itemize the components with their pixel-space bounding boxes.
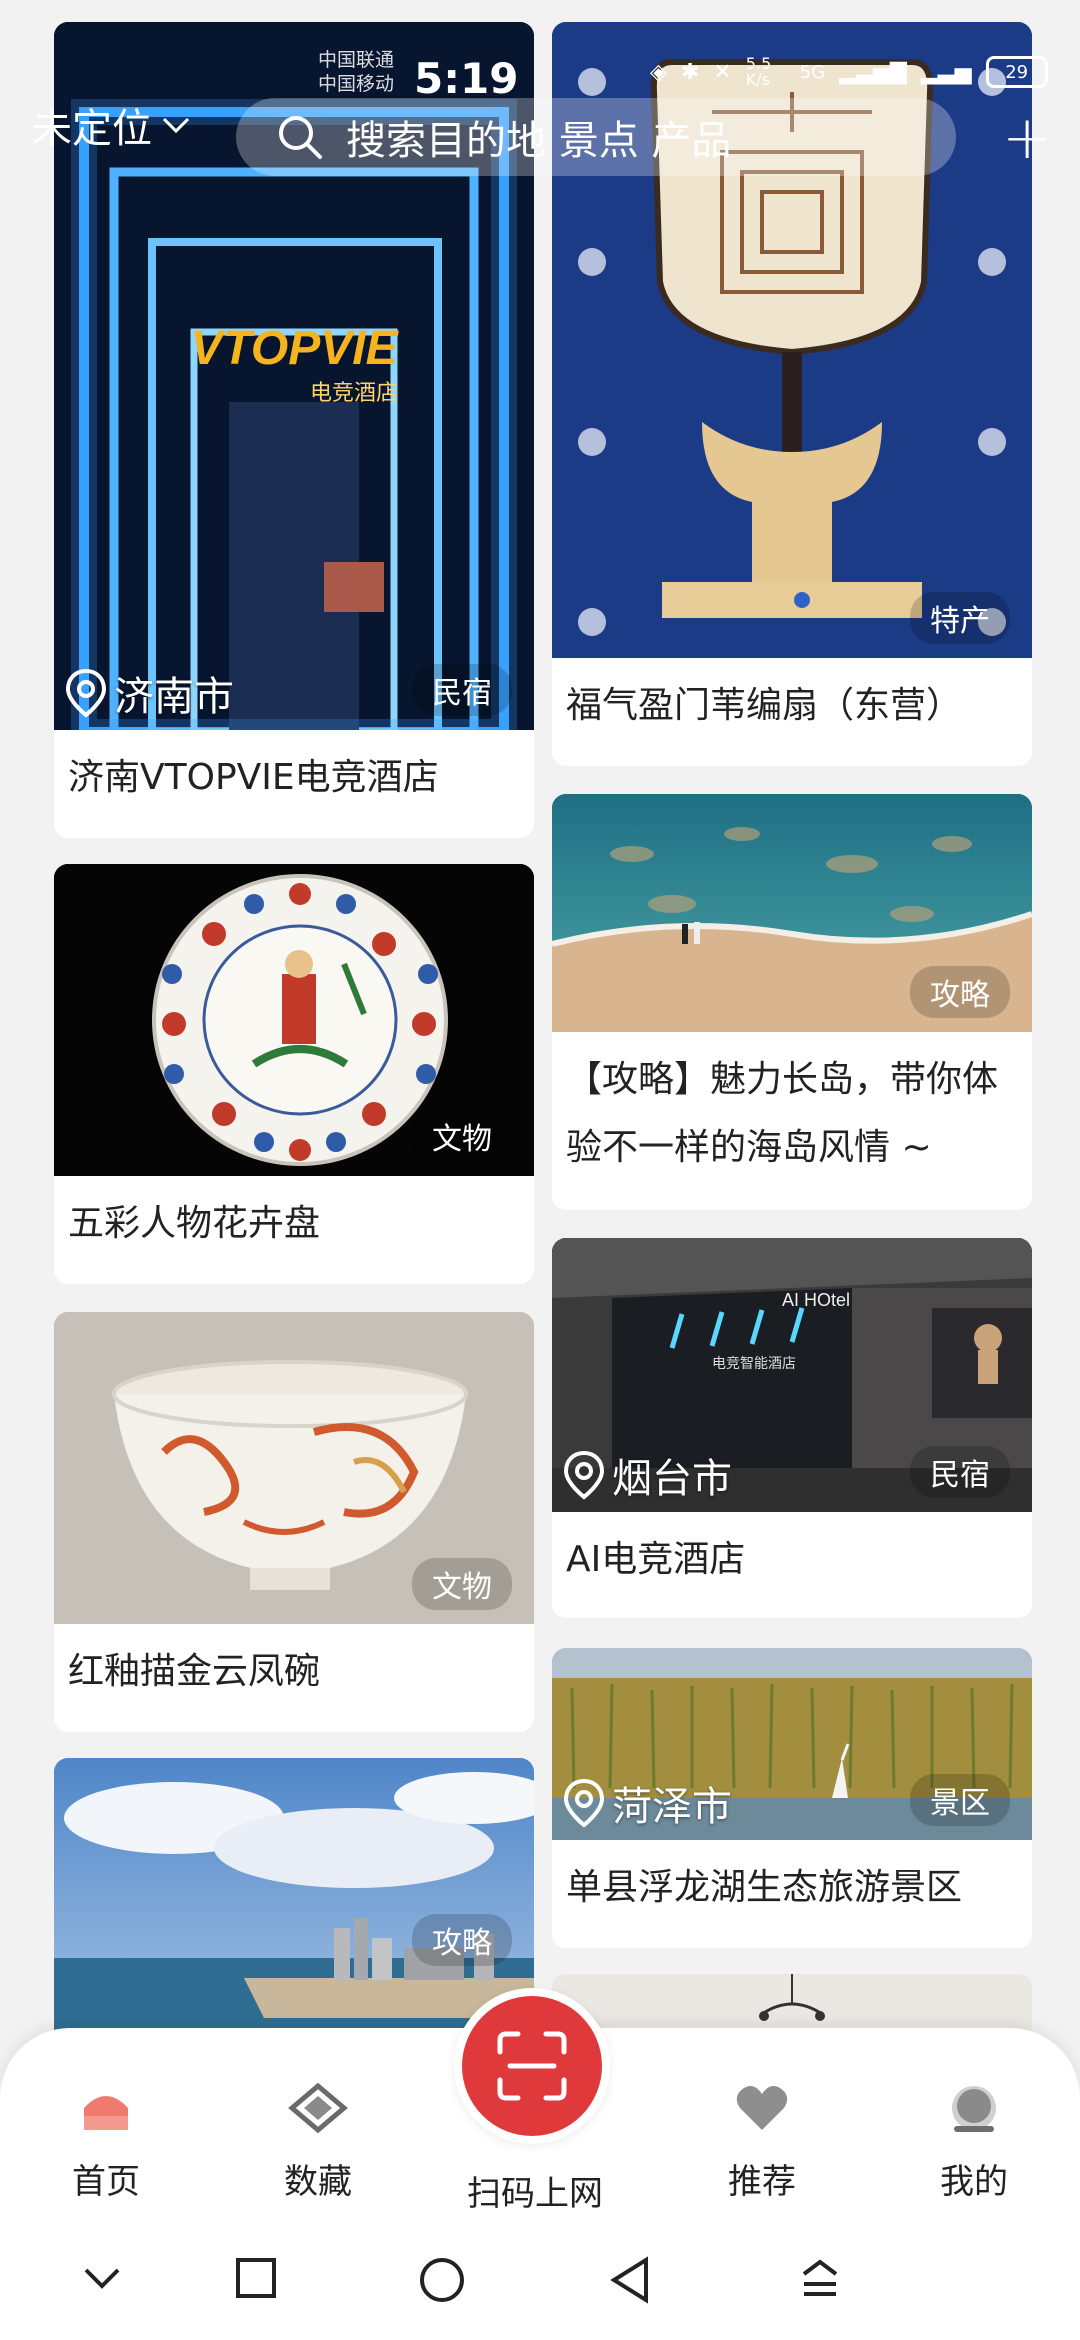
card-title: 【攻略】魅力长岛，带你体验不一样的海岛风情 ~	[566, 1059, 999, 1168]
search-icon	[279, 116, 322, 159]
dock-toggle-icon[interactable]	[798, 2256, 842, 2304]
home-circle-icon[interactable]	[418, 2256, 466, 2308]
location-label: 未定位	[32, 106, 152, 152]
card-tag: 攻略	[412, 1914, 512, 1966]
feed-card-coast[interactable]: 攻略	[54, 1758, 534, 2058]
card-tag: 特产	[910, 592, 1010, 644]
neon-sign-text: VTOPVIE	[190, 322, 399, 375]
heart-icon	[736, 2086, 788, 2130]
neon-sign-subtext: 电竞酒店	[310, 381, 398, 406]
card-city: 烟台市	[562, 1446, 732, 1504]
scan-button-inner	[462, 1996, 602, 2136]
card-tag: 民宿	[910, 1446, 1010, 1498]
scan-label: 扫码上网	[467, 2174, 603, 2214]
card-title: 福气盈门苇编扇（东营）	[566, 685, 963, 726]
back-icon[interactable]	[608, 2256, 652, 2308]
card-image: 文物	[54, 864, 534, 1176]
card-image: 攻略	[54, 1758, 534, 2058]
city-name: 菏泽市	[612, 1784, 732, 1830]
nav-home[interactable]: 首页	[36, 2082, 176, 2203]
card-title: AI电竞酒店	[566, 1539, 746, 1580]
card-city: 菏泽市	[562, 1774, 732, 1832]
nav-collections-label: 数藏	[284, 2162, 352, 2202]
nav-mine-label: 我的	[940, 2162, 1008, 2202]
feed-card-bowl[interactable]: 文物 红釉描金云凤碗	[54, 1312, 534, 1732]
nav-recommend[interactable]: 推荐	[692, 2082, 832, 2203]
feed-card-lake[interactable]: 菏泽市 景区 单县浮龙湖生态旅游景区	[552, 1648, 1032, 1948]
city-name: 济南市	[114, 674, 234, 720]
add-icon[interactable]: +	[1002, 108, 1052, 168]
system-navigation	[0, 2256, 1080, 2340]
nav-mine[interactable]: 我的	[904, 2082, 1044, 2203]
card-title: 济南VTOPVIE电竞酒店	[68, 757, 439, 798]
city-name: 烟台市	[612, 1456, 732, 1502]
profile-icon	[952, 2086, 996, 2132]
card-tag: 文物	[412, 1110, 512, 1162]
card-tag: 民宿	[412, 664, 512, 716]
collapse-icon[interactable]	[80, 2256, 124, 2304]
location-pin-icon	[65, 668, 107, 718]
nav-recommend-label: 推荐	[728, 2162, 796, 2202]
chevron-down-icon	[162, 117, 190, 134]
nav-collections[interactable]: 数藏	[248, 2082, 388, 2203]
card-image: 菏泽市 景区	[552, 1648, 1032, 1840]
card-title: 红釉描金云凤碗	[68, 1651, 321, 1692]
hotel-sign-subtext: 电竞智能酒店	[712, 1355, 796, 1372]
card-title: 单县浮龙湖生态旅游景区	[566, 1867, 963, 1908]
home-icon	[84, 2096, 128, 2130]
top-bar: 未定位 搜索目的地 景点 产品 +	[0, 90, 1080, 180]
card-tag: 攻略	[910, 966, 1010, 1018]
location-pin-icon	[563, 1778, 605, 1828]
search-placeholder: 搜索目的地 景点 产品	[346, 118, 732, 164]
recents-icon[interactable]	[234, 2256, 278, 2304]
card-tag: 文物	[412, 1558, 512, 1610]
feed-card-ai-hotel[interactable]: AI HOtel 电竞智能酒店 烟台市 民宿 AI电竞酒店	[552, 1238, 1032, 1618]
coastal-city-image	[54, 1758, 534, 2058]
card-city: 济南市	[64, 664, 234, 722]
scan-button[interactable]	[454, 1988, 610, 2144]
scan-icon	[497, 2031, 567, 2101]
bottom-nav: 首页 数藏 扫码上网 推荐 我的	[0, 1988, 1080, 2340]
card-image: AI HOtel 电竞智能酒店 烟台市 民宿	[552, 1238, 1032, 1512]
feed-card-plate[interactable]: 文物 五彩人物花卉盘	[54, 864, 534, 1284]
nav-home-label: 首页	[72, 2162, 140, 2202]
feed-card-beach[interactable]: 攻略 【攻略】魅力长岛，带你体验不一样的海岛风情 ~	[552, 794, 1032, 1210]
collections-icon	[288, 2082, 348, 2134]
card-image: 文物	[54, 1312, 534, 1624]
card-image: 攻略	[552, 794, 1032, 1032]
location-selector[interactable]: 未定位	[32, 96, 192, 154]
search-bar[interactable]: 搜索目的地 景点 产品	[236, 98, 956, 176]
location-pin-icon	[563, 1450, 605, 1500]
card-tag: 景区	[910, 1774, 1010, 1826]
hotel-sign-text: AI HOtel	[782, 1290, 850, 1310]
card-title: 五彩人物花卉盘	[68, 1203, 321, 1244]
